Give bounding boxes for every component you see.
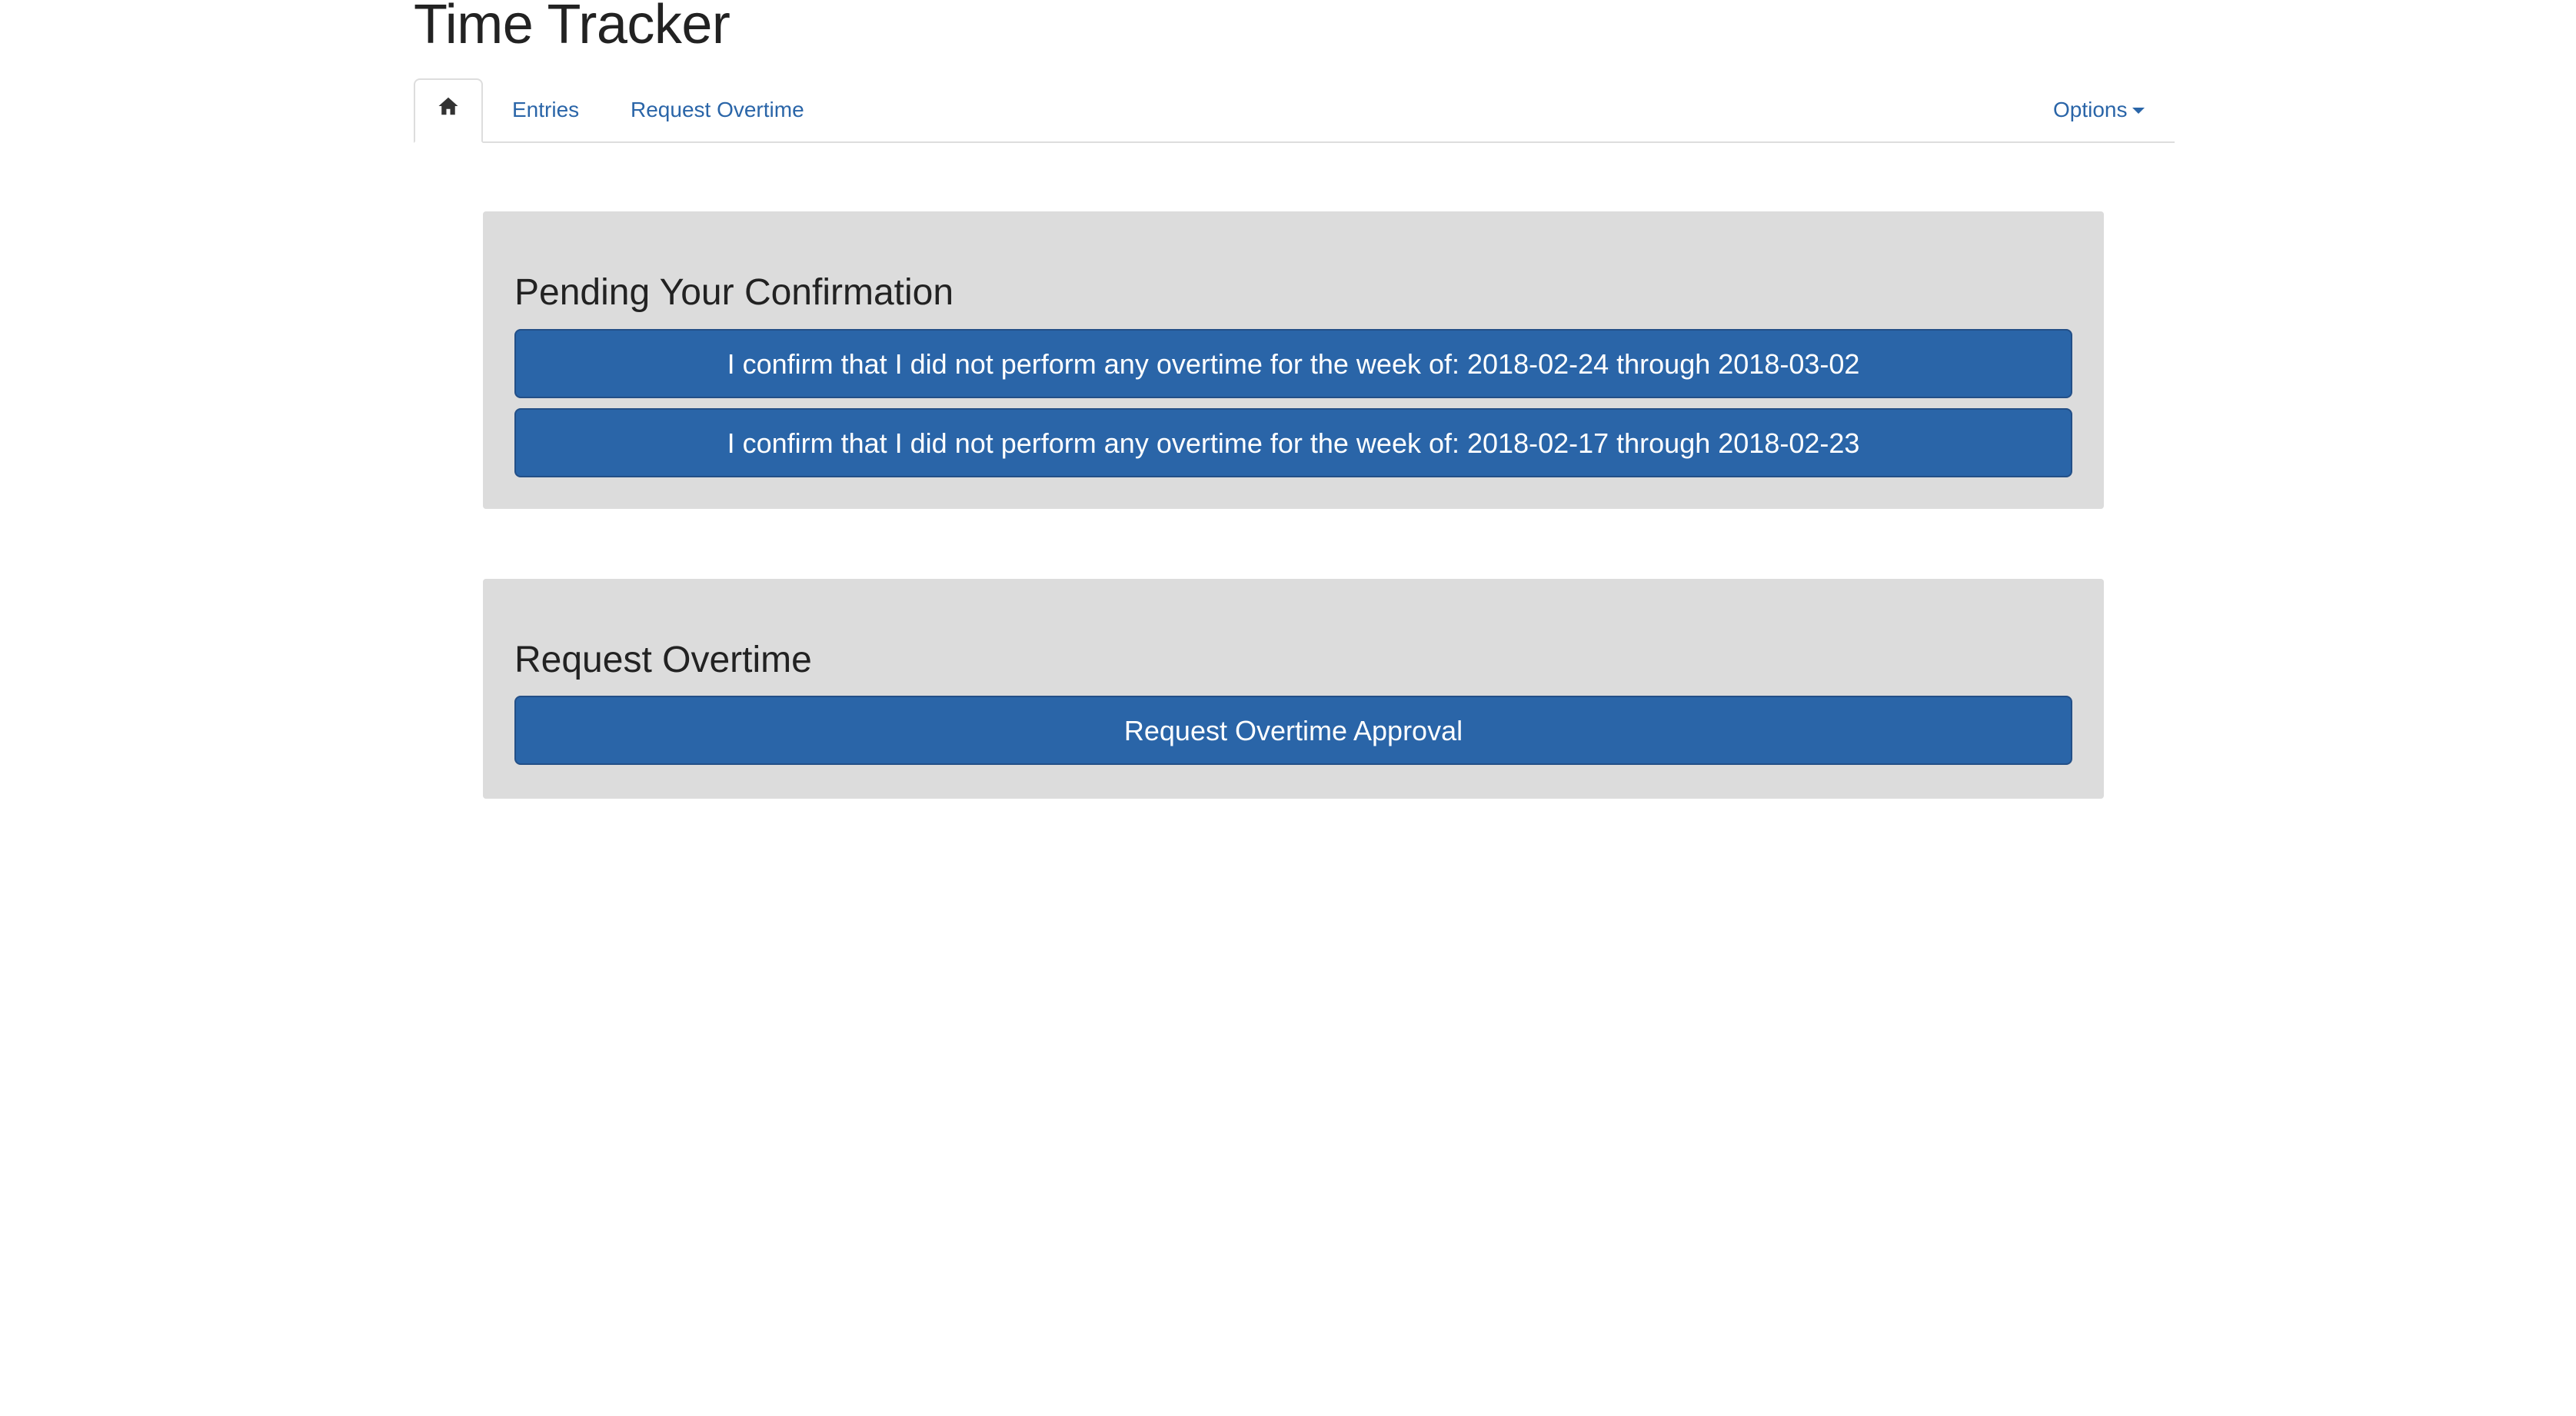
pending-confirmation-heading: Pending Your Confirmation [514, 272, 954, 313]
request-overtime-heading: Request Overtime [514, 640, 812, 680]
options-dropdown[interactable]: Options [2053, 78, 2145, 141]
pending-confirmation-panel: Pending Your Confirmation I confirm that… [483, 211, 2104, 509]
confirm-no-overtime-button[interactable]: I confirm that I did not perform any ove… [514, 408, 2072, 477]
page: Time Tracker Entries Request Overtime Op… [0, 0, 2576, 1416]
confirm-no-overtime-button[interactable]: I confirm that I did not perform any ove… [514, 329, 2072, 398]
tab-request-overtime[interactable]: Request Overtime [631, 78, 804, 141]
options-label: Options [2053, 98, 2128, 121]
caret-down-icon [2132, 108, 2145, 114]
home-icon [437, 79, 460, 142]
request-overtime-approval-button[interactable]: Request Overtime Approval [514, 696, 2072, 765]
nav-tabs: Entries Request Overtime Options [414, 78, 2175, 143]
app-title: Time Tracker [414, 0, 731, 55]
tab-home[interactable] [414, 78, 483, 143]
tab-entries[interactable]: Entries [512, 78, 579, 141]
request-overtime-panel: Request Overtime Request Overtime Approv… [483, 579, 2104, 799]
